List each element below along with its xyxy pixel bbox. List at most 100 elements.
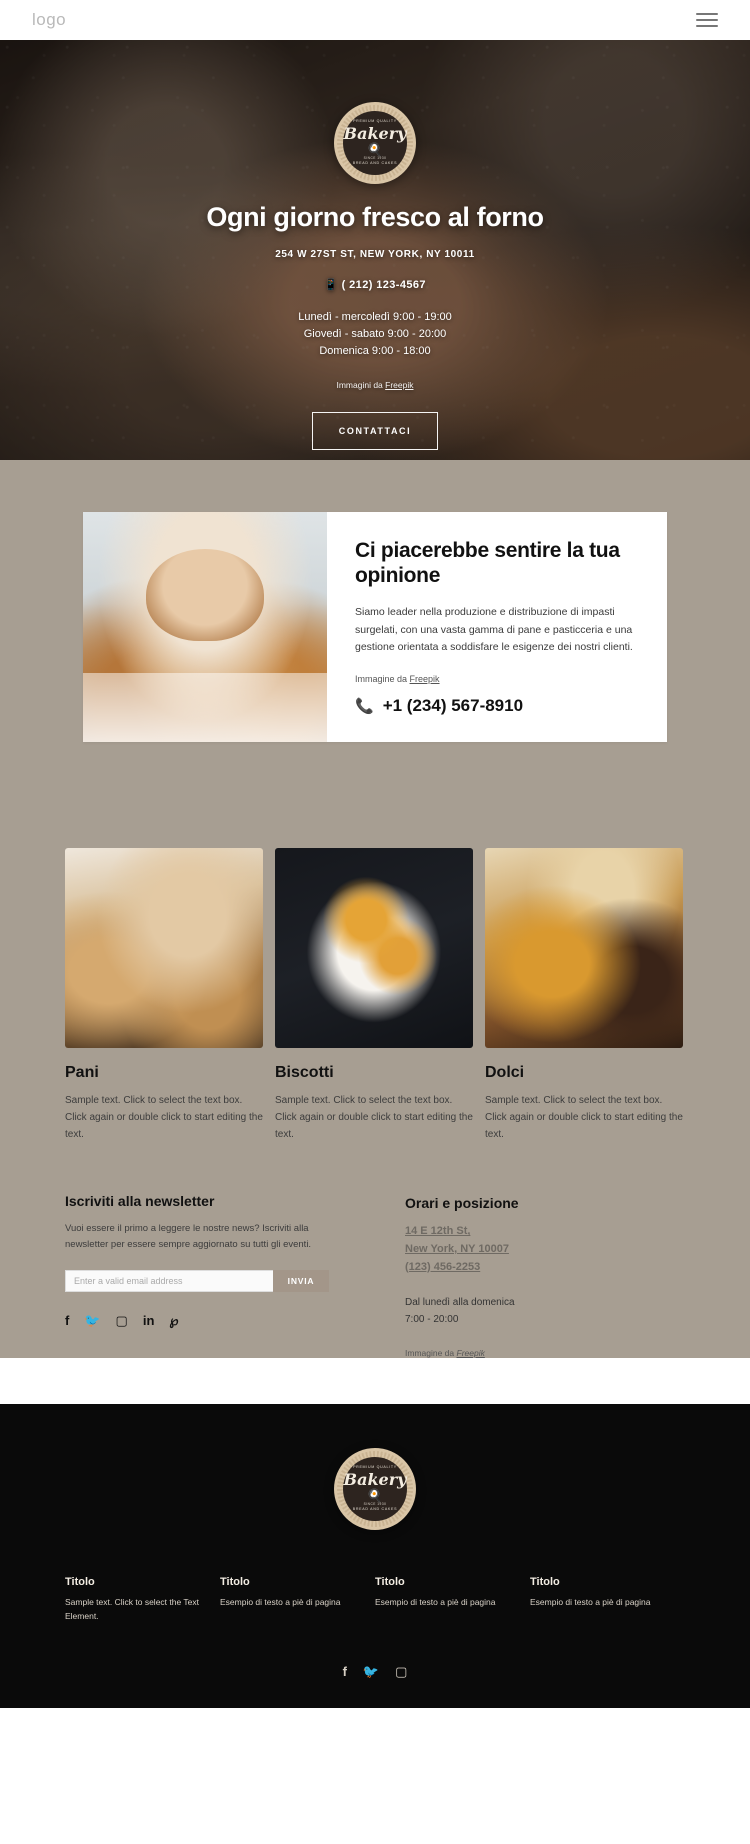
hero-image-credit: Immagini da Freepik: [0, 380, 750, 390]
footer-column-title: Titolo: [220, 1576, 250, 1589]
submit-button[interactable]: INVIA: [273, 1269, 329, 1292]
footer-column-text: Esempio di testo a piè di pagina: [375, 1597, 496, 1608]
product-card[interactable]: Biscotti Sample text. Click to select th…: [275, 848, 473, 1143]
products-grid: Pani Sample text. Click to select the te…: [65, 742, 685, 1143]
product-image-pani: [65, 848, 263, 1049]
hero-content: PREMIUM QUALITY Bakery 🍳 SINCE 1930 BREA…: [0, 40, 750, 451]
footer-column-title: Titolo: [375, 1576, 405, 1589]
footer-columns: Titolo Sample text. Click to select the …: [65, 1576, 685, 1623]
footer-bakery-logo-badge: PREMIUM QUALITY Bakery 🍳 SINCE 1930 BREA…: [334, 1448, 416, 1531]
footer-social-links: f 🐦 ▢: [0, 1665, 750, 1678]
feature-image: [83, 512, 327, 743]
footer-column: Titolo Esempio di testo a piè di pagina: [220, 1576, 375, 1623]
hours-days: Dal lunedì alla domenica: [405, 1297, 515, 1309]
footer-column: Titolo Sample text. Click to select the …: [65, 1576, 220, 1623]
footer-badge-core: PREMIUM QUALITY Bakery 🍳 SINCE 1930 BREA…: [343, 1457, 407, 1522]
beige-section: Ci piacerebbe sentire la tua opinione Si…: [0, 460, 750, 1359]
product-card[interactable]: Dolci Sample text. Click to select the t…: [485, 848, 683, 1143]
feature-phone-number: +1 (234) 567-8910: [382, 696, 524, 716]
hero-hours-line: Lunedì - mercoledì 9:00 - 19:00: [298, 311, 452, 323]
hamburger-menu-icon[interactable]: [696, 13, 718, 27]
newsletter-text: Vuoi essere il primo a leggere le nostre…: [65, 1223, 312, 1251]
feature-title: Ci piacerebbe sentire la tua opinione: [355, 539, 620, 588]
instagram-icon[interactable]: ▢: [116, 1314, 128, 1327]
feature-credit-prefix: Immagine da: [355, 674, 410, 685]
freepik-link[interactable]: Freepik: [410, 674, 440, 684]
facebook-icon[interactable]: f: [65, 1314, 69, 1327]
site-footer: PREMIUM QUALITY Bakery 🍳 SINCE 1930 BREA…: [0, 1404, 750, 1709]
newsletter-form: INVIA: [65, 1269, 329, 1292]
freepik-link[interactable]: Freepik: [457, 1348, 485, 1358]
product-name: Pani: [65, 1064, 99, 1082]
product-name: Biscotti: [275, 1064, 334, 1082]
hero-phone[interactable]: 📱 ( 212) 123-4567: [0, 278, 750, 291]
footer-column: Titolo Esempio di testo a piè di pagina: [375, 1576, 530, 1623]
burger-bar: [696, 13, 718, 15]
burger-bar: [696, 19, 718, 21]
footer-column-text: Esempio di testo a piè di pagina: [530, 1597, 651, 1608]
footer-badge-top-text: PREMIUM QUALITY: [353, 1465, 397, 1470]
contact-button[interactable]: CONTATTACI: [311, 412, 439, 451]
footer-column-title: Titolo: [65, 1576, 95, 1589]
hero-hours-line: Domenica 9:00 - 18:00: [319, 345, 431, 358]
mobile-phone-icon: 📱: [324, 279, 339, 291]
location-phone[interactable]: (123) 456-2253: [405, 1259, 685, 1277]
chef-hat-icon: 🍳: [366, 1487, 384, 1503]
footer-column: Titolo Esempio di testo a piè di pagina: [530, 1576, 685, 1623]
product-image-biscotti: [275, 848, 473, 1049]
footer-column-title: Titolo: [530, 1576, 560, 1589]
feature-card: Ci piacerebbe sentire la tua opinione Si…: [83, 512, 667, 743]
info-columns: Iscriviti alla newsletter Vuoi essere il…: [65, 1143, 685, 1358]
footer-badge-brand-name: Bakery: [343, 1469, 407, 1489]
product-card[interactable]: Pani Sample text. Click to select the te…: [65, 848, 263, 1143]
email-input[interactable]: [65, 1269, 273, 1292]
location-image-credit: Immagine da Freepik: [405, 1348, 685, 1358]
site-logo[interactable]: logo: [32, 10, 66, 30]
hero-section: PREMIUM QUALITY Bakery 🍳 SINCE 1930 BREA…: [0, 40, 750, 460]
pinterest-icon[interactable]: ℘: [169, 1314, 178, 1327]
feature-text: Siamo leader nella produzione e distribu…: [355, 606, 633, 653]
badge-bottom-text: BREAD AND CAKES: [352, 161, 398, 166]
address-line-2[interactable]: New York, NY 10007: [405, 1241, 685, 1259]
hours-time: 7:00 - 20:00: [405, 1314, 459, 1326]
hero-address: 254 W 27ST ST, NEW YORK, NY 10011: [275, 249, 475, 260]
location-title: Orari e posizione: [405, 1195, 519, 1212]
instagram-icon[interactable]: ▢: [395, 1665, 407, 1678]
newsletter-column: Iscriviti alla newsletter Vuoi essere il…: [65, 1193, 375, 1358]
address-line-1[interactable]: 14 E 12th St,: [405, 1223, 685, 1241]
site-header: logo: [0, 0, 750, 40]
newsletter-title: Iscriviti alla newsletter: [65, 1193, 215, 1210]
feature-image-credit: Immagine da Freepik: [355, 674, 637, 684]
product-description: Sample text. Click to select the text bo…: [65, 1095, 263, 1141]
bakery-logo-badge: PREMIUM QUALITY Bakery 🍳 SINCE 1930 BREA…: [334, 102, 416, 184]
freepik-link[interactable]: Freepik: [385, 380, 413, 390]
page-root: logo PREMIUM QUALITY Bakery 🍳 SINCE 1930…: [0, 0, 750, 1709]
product-image-dolci: [485, 848, 683, 1049]
product-name: Dolci: [485, 1064, 525, 1082]
footer-badge-bottom-text: BREAD AND CAKES: [352, 1507, 398, 1512]
location-hours: Dal lunedì alla domenica 7:00 - 20:00: [405, 1294, 685, 1328]
feature-body: Ci piacerebbe sentire la tua opinione Si…: [327, 512, 667, 742]
phone-icon: 📞: [355, 698, 374, 716]
feature-phone[interactable]: 📞 +1 (234) 567-8910: [355, 696, 637, 716]
facebook-icon[interactable]: f: [343, 1665, 347, 1678]
hero-phone-number: ( 212) 123-4567: [341, 279, 426, 291]
badge-top-text: PREMIUM QUALITY: [353, 119, 397, 124]
location-column: Orari e posizione 14 E 12th St, New York…: [375, 1193, 685, 1358]
hero-title: Ogni giorno fresco al forno: [206, 202, 544, 232]
hero-hours-line: Giovedì - sabato 9:00 - 20:00: [303, 328, 447, 341]
badge-brand-name: Bakery: [343, 123, 407, 143]
footer-column-text: Sample text. Click to select the Text El…: [65, 1597, 200, 1621]
footer-column-text: Esempio di testo a piè di pagina: [220, 1597, 341, 1608]
hero-credit-prefix: Immagini da: [336, 380, 386, 391]
chef-hat-icon: 🍳: [366, 141, 384, 157]
product-description: Sample text. Click to select the text bo…: [275, 1095, 473, 1141]
social-links: f 🐦 ▢ in ℘: [65, 1314, 375, 1327]
badge-since-text: SINCE 1930: [363, 155, 387, 160]
twitter-icon[interactable]: 🐦: [84, 1314, 100, 1327]
linkedin-icon[interactable]: in: [143, 1314, 155, 1327]
hero-hours: Lunedì - mercoledì 9:00 - 19:00 Giovedì …: [0, 309, 750, 360]
twitter-icon[interactable]: 🐦: [363, 1665, 379, 1678]
footer-badge-since-text: SINCE 1930: [363, 1501, 387, 1506]
burger-bar: [696, 25, 718, 27]
